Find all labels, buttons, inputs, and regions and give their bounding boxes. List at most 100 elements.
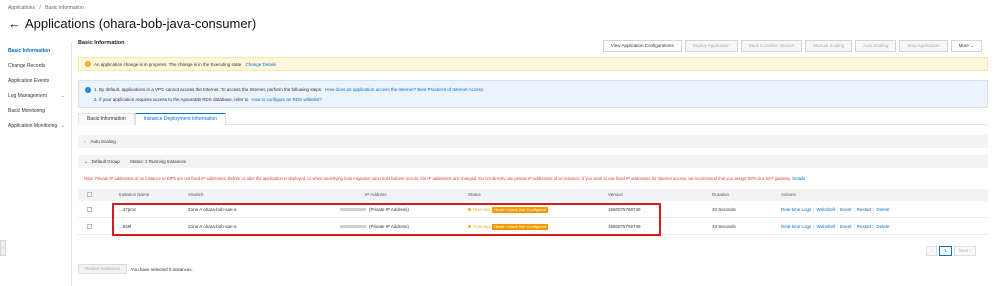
webshell-link[interactable]: Webshell <box>816 224 834 229</box>
default-group-header[interactable]: ⌄ Default Group Status: 2 Running Instan… <box>78 155 988 168</box>
info-line-1-text: 1. By default, applications in a VPC can… <box>94 87 323 92</box>
page-title-text: Applications (ohara-bob-java-consumer) <box>25 16 257 31</box>
instances-table-header: Instance Name vSwitch IP Address Status … <box>78 189 988 201</box>
status-text: Running <box>473 207 490 212</box>
breadcrumb-applications[interactable]: Applications <box>8 5 35 11</box>
status-cell: Running Health Check Not Configured <box>468 202 549 218</box>
restart-instances-button[interactable]: Restart Instances <box>78 264 128 274</box>
selected-count-text: You have selected 0 instances. <box>131 266 193 272</box>
delete-link[interactable]: Delete <box>876 224 889 229</box>
tab-bar: Basic Information Instance Deployment In… <box>78 113 988 125</box>
sidebar-item-application-events[interactable]: Application Events <box>0 74 71 89</box>
next-page-button[interactable]: Next › <box>953 246 976 256</box>
duration: 33 Seconds <box>712 207 736 212</box>
bulk-actions-bar: Restart Instances You have selected 0 in… <box>78 264 193 274</box>
auto-scaling-label: Auto Scaling <box>90 139 116 144</box>
status-text: Running <box>473 224 490 229</box>
warning-icon: ! <box>85 61 91 67</box>
view-configurations-button[interactable]: View Application Configurations <box>602 40 682 52</box>
version: 1660075769749 <box>608 207 641 212</box>
change-in-progress-banner: ! An application change is in progress. … <box>78 57 988 71</box>
warning-text: An application change is in progress. Th… <box>94 61 243 67</box>
column-header: Version <box>608 192 624 197</box>
sidebar-item-label: Basic Information <box>8 48 51 54</box>
sidebar-item-basic-information[interactable]: Basic Information <box>0 44 71 59</box>
restart-link[interactable]: Restart <box>857 224 872 229</box>
instance-name: ...5s9f <box>119 224 132 229</box>
sidebar-item-label: Change Records <box>8 63 46 69</box>
note-text: Note: Private IP addresses of an instanc… <box>84 176 792 181</box>
internet-access-link[interactable]: How does an application access the Inter… <box>325 85 483 95</box>
back-to-earlier-version-button[interactable]: Back to Earlier Version <box>740 40 803 52</box>
tab-basic-information[interactable]: Basic Information <box>78 113 135 125</box>
row-checkbox[interactable] <box>87 224 92 229</box>
row-checkbox[interactable] <box>87 207 92 212</box>
prev-page-button[interactable]: ‹ <box>925 246 938 256</box>
chevron-down-icon: ⌄ <box>84 159 88 164</box>
health-check-badge: Health Check Not Configured <box>492 206 549 213</box>
group-status: Status: 2 Running Instances <box>129 159 187 164</box>
sidebar-collapse-icon[interactable]: ‹ <box>0 240 6 256</box>
section-title: Basic Information <box>78 40 125 46</box>
restart-link[interactable]: Restart <box>857 207 872 212</box>
change-details-link[interactable]: Change Details <box>246 62 277 67</box>
auto-scaling-button[interactable]: Auto Scaling <box>855 40 897 52</box>
actions: Real-time Logs | Webshell | Event | Restart | De… <box>781 207 890 212</box>
note-details-link[interactable]: Details <box>792 176 805 181</box>
version: 1660075769749 <box>608 224 641 229</box>
chevron-down-icon: ⌄ <box>970 43 974 48</box>
stop-application-button[interactable]: Stop Application <box>899 40 948 52</box>
sidebar-item-application-monitoring[interactable]: Application Monitoring ⌄ <box>0 119 71 134</box>
sidebar: Basic Information Change Records Applica… <box>0 42 72 286</box>
real-time-logs-link[interactable]: Real-time Logs <box>781 224 811 229</box>
select-all-checkbox[interactable] <box>87 192 92 197</box>
group-label: Default Group <box>91 159 120 164</box>
info-line-2-text: 2. If your application requires access t… <box>94 97 249 102</box>
info-icon: i <box>85 87 91 93</box>
column-header: IP Address <box>365 192 387 197</box>
sidebar-item-label: Log Management <box>8 93 47 99</box>
column-header: Status <box>468 192 481 197</box>
column-header: Actions <box>781 192 796 197</box>
breadcrumb-current: Basic Information <box>45 5 84 11</box>
info-banner: i 1. By default, applications in a VPC c… <box>78 80 988 108</box>
instance-name: ...47pmc <box>119 207 137 212</box>
page-1-button[interactable]: 1 <box>939 246 952 256</box>
sidebar-item-change-records[interactable]: Change Records <box>0 59 71 74</box>
sidebar-item-basic-monitoring[interactable]: Basic Monitoring <box>0 104 71 119</box>
auto-scaling-section[interactable]: › Auto Scaling <box>78 135 988 148</box>
ip-address: (Private IP Address) <box>340 202 409 218</box>
breadcrumb-separator: / <box>39 5 41 11</box>
pagination: ‹ 1 Next › <box>925 246 976 256</box>
vswitch: Zone A ohara-bob-sae-a <box>188 207 237 212</box>
event-link[interactable]: Event <box>840 207 852 212</box>
tab-instance-deployment-information[interactable]: Instance Deployment Information <box>134 113 227 125</box>
ip-address: (Private IP Address) <box>340 219 409 235</box>
rds-whitelist-link[interactable]: How to configure an RDS whitelist? <box>251 95 322 105</box>
sidebar-item-label: Basic Monitoring <box>8 108 45 114</box>
manual-scaling-button[interactable]: Manual Scaling <box>805 40 853 52</box>
page-title: ← Applications (ohara-bob-java-consumer) <box>8 16 256 31</box>
table-row: ...5s9f Zone A ohara-bob-sae-a (Private … <box>78 219 988 235</box>
real-time-logs-link[interactable]: Real-time Logs <box>781 207 811 212</box>
back-arrow-icon[interactable]: ← <box>8 16 21 31</box>
sidebar-item-label: Application Events <box>8 78 50 84</box>
sidebar-item-label: Application Monitoring <box>8 123 58 129</box>
delete-link[interactable]: Delete <box>876 207 889 212</box>
more-button[interactable]: More ⌄ <box>950 40 982 52</box>
ip-address-note: Note: Private IP addresses of an instanc… <box>84 176 984 181</box>
sidebar-item-log-management[interactable]: Log Management ⌄ <box>0 89 71 104</box>
health-check-badge: Health Check Not Configured <box>492 223 549 230</box>
chevron-down-icon: ⌄ <box>60 123 65 129</box>
toolbar: View Application Configurations Deploy A… <box>602 40 982 52</box>
duration: 33 Seconds <box>712 224 736 229</box>
webshell-link[interactable]: Webshell <box>816 207 834 212</box>
actions: Real-time Logs | Webshell | Event | Restart | De… <box>781 224 890 229</box>
info-line-2: 2. If your application requires access t… <box>85 95 987 105</box>
table-row: ...47pmc Zone A ohara-bob-sae-a (Private… <box>78 202 988 218</box>
chevron-down-icon: ⌄ <box>60 93 65 99</box>
info-line-1: i 1. By default, applications in a VPC c… <box>85 85 987 95</box>
vswitch: Zone A ohara-bob-sae-a <box>188 224 237 229</box>
event-link[interactable]: Event <box>840 224 852 229</box>
deploy-application-button[interactable]: Deploy Application <box>684 40 738 52</box>
